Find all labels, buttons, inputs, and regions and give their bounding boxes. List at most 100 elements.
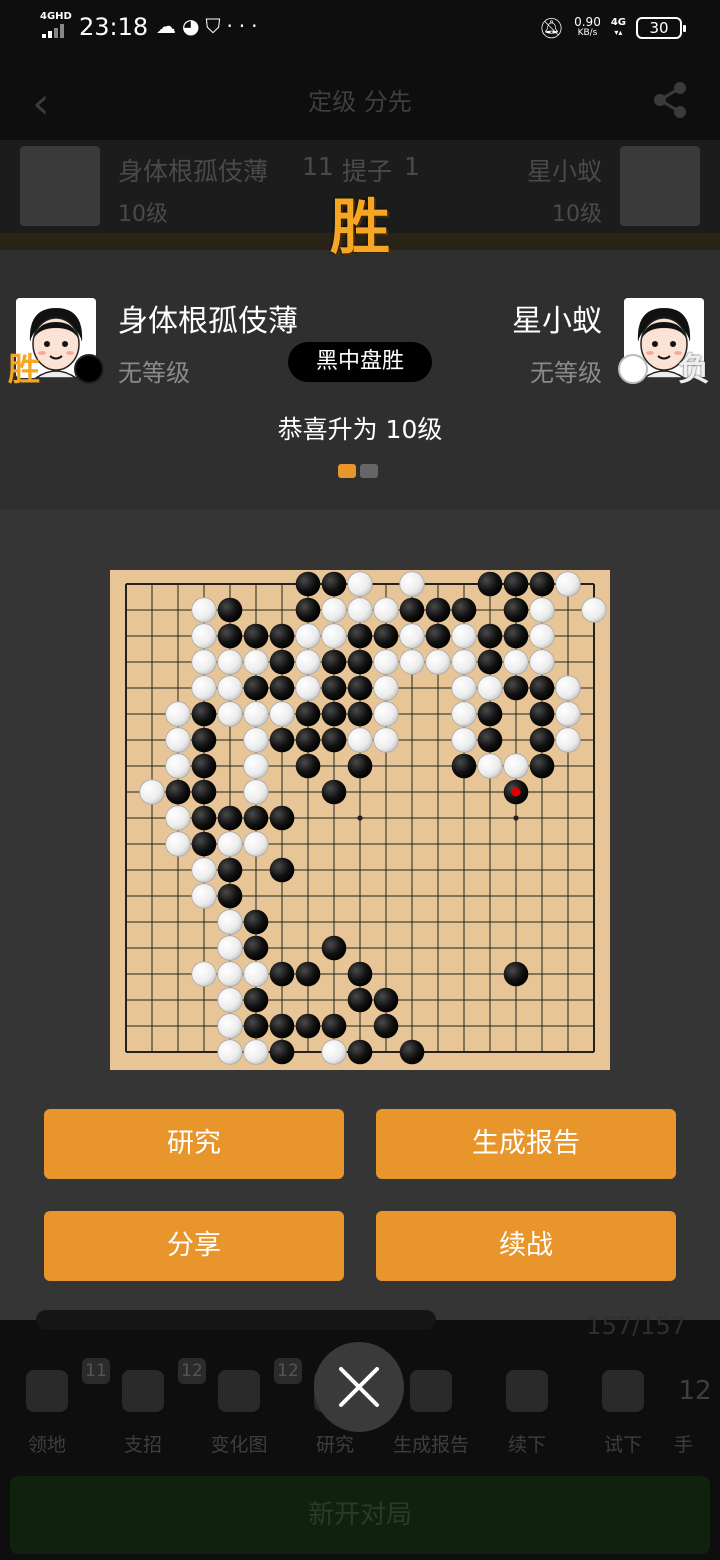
white-stone (373, 649, 399, 675)
white-stone (217, 701, 243, 727)
black-stone (321, 649, 347, 675)
black-stone (321, 727, 347, 753)
white-stone (243, 961, 269, 987)
white-stone (555, 701, 581, 727)
black-stone (191, 701, 217, 727)
black-player-rank: 无等级 (118, 359, 190, 387)
tool-territory[interactable]: 11 领地 (2, 1358, 110, 1457)
territory-icon: 11 (26, 1358, 110, 1412)
black-stone (477, 727, 503, 753)
page-dot (360, 464, 378, 478)
mute-icon: 🔕︎ (538, 16, 565, 40)
white-stone (477, 675, 503, 701)
share-button[interactable]: 分享 (44, 1211, 344, 1281)
black-stone (269, 961, 295, 987)
black-stone (503, 571, 529, 597)
white-stone (451, 727, 477, 753)
black-stone (503, 675, 529, 701)
page-title: 定级 分先 (308, 88, 412, 116)
white-stone (165, 753, 191, 779)
white-stone (555, 571, 581, 597)
white-stone (191, 857, 217, 883)
white-stone (165, 727, 191, 753)
black-stone (269, 649, 295, 675)
black-stone (269, 805, 295, 831)
white-stone (347, 597, 373, 623)
black-stone-icon (74, 354, 104, 384)
black-stone (451, 753, 477, 779)
white-stone (191, 675, 217, 701)
new-game-button[interactable]: 新开对局 (10, 1476, 710, 1554)
white-stone (243, 701, 269, 727)
share-icon[interactable] (650, 80, 690, 120)
refresh-icon (506, 1370, 548, 1412)
black-stone (191, 753, 217, 779)
white-stone (373, 727, 399, 753)
black-stone (217, 805, 243, 831)
black-stone (347, 1039, 373, 1065)
black-stone (295, 701, 321, 727)
black-stone (529, 701, 555, 727)
black-stone (373, 1013, 399, 1039)
black-stone (451, 597, 477, 623)
black-stone (373, 987, 399, 1013)
bulb-icon: 12 (122, 1358, 206, 1412)
research-button[interactable]: 研究 (44, 1109, 344, 1179)
tool-continue[interactable]: 续下 (482, 1370, 572, 1457)
tool-more[interactable]: 12 手 (674, 1370, 720, 1457)
black-player-name: 身体根孤伎薄 (118, 304, 298, 339)
close-button[interactable] (314, 1342, 404, 1432)
black-stone (243, 805, 269, 831)
white-player-rank: 无等级 (530, 359, 602, 387)
star-point (357, 815, 363, 821)
black-stone (347, 987, 373, 1013)
black-stone (269, 727, 295, 753)
black-stone (191, 805, 217, 831)
black-stone (269, 1013, 295, 1039)
last-move-marker (511, 787, 521, 797)
battery-icon: 30 (636, 17, 686, 39)
white-stone (217, 1013, 243, 1039)
white-stone (191, 597, 217, 623)
generate-report-button[interactable]: 生成报告 (376, 1109, 676, 1179)
white-stone (217, 831, 243, 857)
report-icon (410, 1370, 452, 1412)
hand-tap-icon (602, 1370, 644, 1412)
white-stone (373, 597, 399, 623)
white-stone (451, 623, 477, 649)
black-stone (477, 623, 503, 649)
black-stone (477, 571, 503, 597)
black-stone (347, 623, 373, 649)
black-stone (243, 675, 269, 701)
white-stone (321, 1039, 347, 1065)
black-stone (191, 727, 217, 753)
white-stone (529, 623, 555, 649)
network-type: 4GHD (40, 11, 72, 22)
gauge-icon: ◕ (182, 14, 206, 38)
network-speed: 0.90 KB/s (574, 15, 601, 38)
variation-icon: 12 (218, 1358, 302, 1412)
tool-variations[interactable]: 12 变化图 (194, 1358, 302, 1457)
white-stone (217, 1039, 243, 1065)
tool-hint[interactable]: 12 支招 (98, 1358, 206, 1457)
black-stone (217, 857, 243, 883)
black-stone (425, 623, 451, 649)
continue-battle-button[interactable]: 续战 (376, 1211, 676, 1281)
black-stone (295, 753, 321, 779)
white-stone (295, 623, 321, 649)
white-stone (477, 753, 503, 779)
white-stone (217, 675, 243, 701)
go-board[interactable] (110, 570, 610, 1070)
white-stone (217, 649, 243, 675)
clock: 23:18 (79, 13, 149, 41)
black-stone (217, 597, 243, 623)
star-point (513, 815, 519, 821)
white-stone (191, 883, 217, 909)
white-stone (191, 649, 217, 675)
white-stone (243, 649, 269, 675)
move-slider[interactable] (36, 1310, 436, 1330)
black-stone (373, 623, 399, 649)
tool-try[interactable]: 试下 (578, 1370, 668, 1457)
black-stone (347, 753, 373, 779)
black-stone (529, 675, 555, 701)
